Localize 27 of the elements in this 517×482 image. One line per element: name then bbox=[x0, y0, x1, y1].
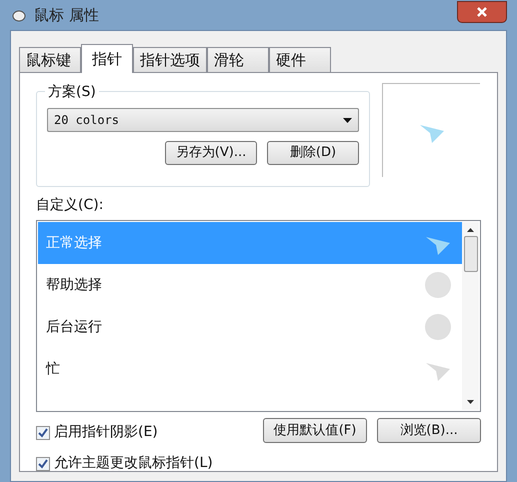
close-icon bbox=[476, 6, 488, 18]
checkbox-label: 允许主题更改鼠标指针(L) bbox=[54, 454, 213, 473]
scrollbar[interactable] bbox=[462, 222, 479, 410]
dialog-button[interactable]: 使用默认值(F) bbox=[263, 418, 367, 443]
check-icon bbox=[38, 428, 48, 438]
dialog-button[interactable]: 浏览(B)... bbox=[377, 418, 481, 443]
dropdown-caret-icon bbox=[343, 118, 352, 122]
scheme-value: 20 colors bbox=[54, 112, 120, 129]
close-button[interactable] bbox=[457, 1, 507, 23]
window-title: 鼠标 属性 bbox=[34, 4, 99, 26]
custom-label: 自定义(C): bbox=[36, 196, 104, 215]
scroll-thumb[interactable] bbox=[464, 236, 478, 272]
tab[interactable]: 滑轮 bbox=[207, 47, 269, 72]
scroll-up-icon bbox=[467, 228, 474, 232]
scroll-down-icon bbox=[467, 400, 474, 404]
tab[interactable]: 指针选项 bbox=[133, 47, 207, 72]
circle-icon bbox=[424, 313, 452, 341]
check-icon bbox=[38, 458, 48, 468]
scheme-button[interactable]: 删除(D) bbox=[267, 141, 359, 165]
checkbox-label: 启用指针阴影(E) bbox=[54, 423, 158, 442]
scheme-dropdown[interactable]: 20 colors bbox=[47, 108, 359, 132]
tab[interactable]: 鼠标键 bbox=[19, 47, 81, 72]
checkbox[interactable] bbox=[36, 426, 50, 440]
tab[interactable]: 硬件 bbox=[269, 47, 331, 72]
checkbox[interactable] bbox=[36, 456, 50, 470]
scheme-button[interactable]: 另存为(V)... bbox=[165, 141, 257, 165]
tab[interactable]: 指针 bbox=[81, 44, 133, 73]
